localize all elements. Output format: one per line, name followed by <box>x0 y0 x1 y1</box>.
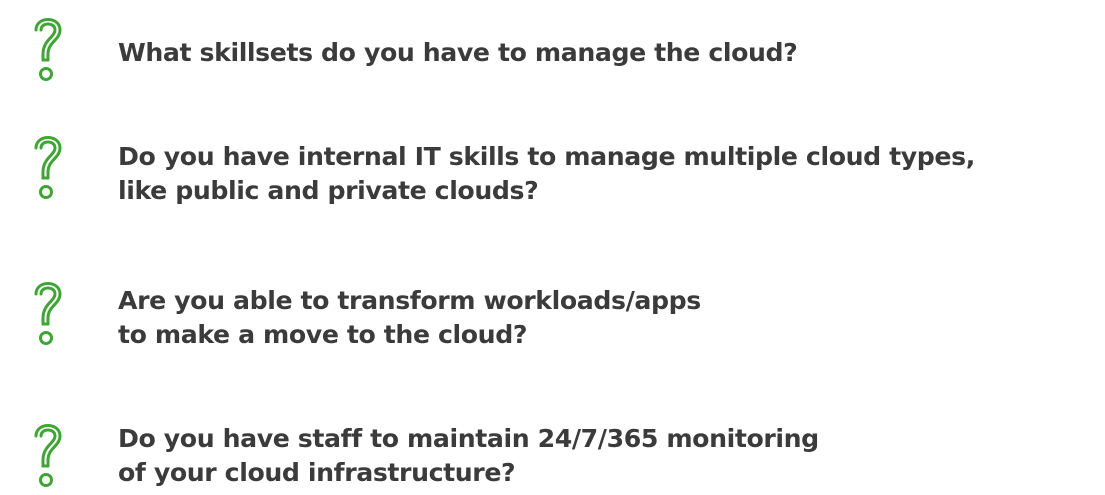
question-text: Do you have staff to maintain 24/7/365 m… <box>118 422 1098 490</box>
question-line: to make a move to the cloud? <box>118 320 528 349</box>
question-line: of your cloud infrastructure? <box>118 458 516 487</box>
question-text: Do you have internal IT skills to manage… <box>118 140 1098 208</box>
question-line: What skillsets do you have to manage the… <box>118 38 798 67</box>
question-line: Are you able to transform workloads/apps <box>118 286 701 315</box>
question-mark-icon <box>34 136 62 199</box>
question-line: like public and private clouds? <box>118 176 539 205</box>
question-text: Are you able to transform workloads/apps… <box>118 284 1098 352</box>
question-line: Do you have internal IT skills to manage… <box>118 142 975 171</box>
question-mark-icon <box>34 424 62 487</box>
question-mark-icon <box>34 18 62 81</box>
question-line: Do you have staff to maintain 24/7/365 m… <box>118 424 819 453</box>
question-mark-icon <box>34 282 62 345</box>
question-text: What skillsets do you have to manage the… <box>118 36 1098 70</box>
